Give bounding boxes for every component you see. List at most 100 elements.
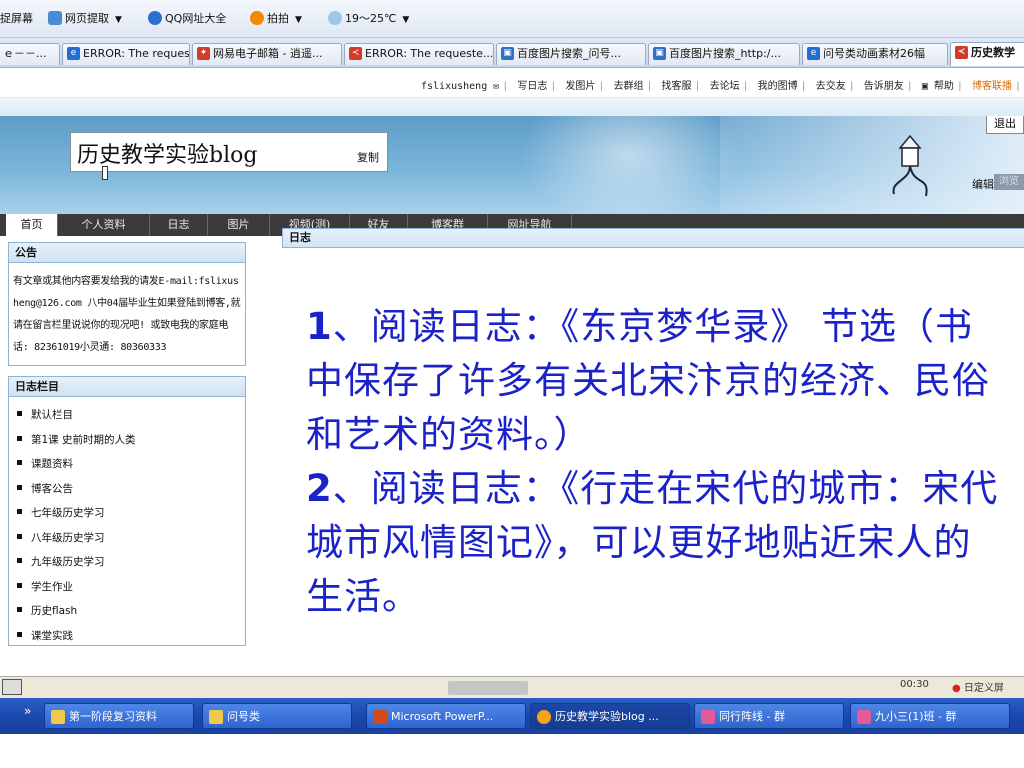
link-tell-friend[interactable]: 告诉朋友 <box>864 81 904 92</box>
link-post-photo[interactable]: 发图片 <box>565 81 595 92</box>
tab-error-2[interactable]: ≺ ERROR: The requeste... <box>344 43 494 65</box>
chevron-down-icon[interactable]: ▼ <box>402 15 409 25</box>
article-text: 1、阅读日志：《东京梦华录》 节选（书中保存了许多有关北宋汴京的经济、民俗和艺术… <box>306 300 1006 624</box>
article-item-2[interactable]: 、阅读日志：《行走在宋代的城市：宋代城市风情图记》，可以更好地贴近宋人的生活。 <box>306 467 998 618</box>
baidu-image-icon: ▣ <box>653 47 666 60</box>
copy-button[interactable]: 复制 <box>357 149 379 165</box>
sidebar: 公告 有文章或其他内容要发给我的请发E-mail:fslixusheng@126… <box>8 242 246 656</box>
tab-0[interactable]: ｅ－－... <box>0 43 60 65</box>
weather-icon <box>328 11 342 25</box>
chevron-down-icon[interactable]: ▼ <box>115 15 122 25</box>
tab-label: ERROR: The requeste... <box>83 47 190 60</box>
category-item[interactable]: 九年级历史学习 <box>17 554 245 579</box>
categories-panel: 日志栏目 默认栏目 第1课 史前时期的人类 课题资料 博客公告 七年级历史学习 … <box>8 376 246 646</box>
tab-baidu-image-1[interactable]: ▣ 百度图片搜索_问号... <box>496 43 646 65</box>
task-history-blog[interactable]: 历史教学实验blog ... <box>530 703 690 729</box>
link-forum[interactable]: 去论坛 <box>710 81 740 92</box>
toolbar-paipai-label: 拍拍 <box>267 12 289 25</box>
tab-label: ｅ－－... <box>3 47 47 60</box>
task-label: 九小三(1)班 - 群 <box>875 710 957 723</box>
qq-search-icon <box>148 11 162 25</box>
link-blog-feed[interactable]: 博客联播 <box>972 81 1012 92</box>
tab-label: 百度图片搜索_http:/... <box>669 47 781 60</box>
toolbar-qq-sites[interactable]: QQ网址大全 <box>148 10 226 28</box>
baidu-image-icon: ▣ <box>501 47 514 60</box>
task-peer-group[interactable]: 同行阵线 - 群 <box>694 703 844 729</box>
task-label: 同行阵线 - 群 <box>719 710 785 723</box>
task-powerpoint[interactable]: Microsoft PowerP... <box>366 703 526 729</box>
toolbar-page-extract-label: 网页提取 <box>65 12 109 25</box>
blog-top-nav: fslixusheng ✉ | 写日志 | 发图片 | 去群组 | 找客服 | 去论坛 | … <box>0 68 1024 98</box>
status-right-text[interactable]: ● 日定义屏 <box>952 679 1004 694</box>
categories-title: 日志栏目 <box>9 377 245 397</box>
toolbar-capture-label: 捉屏幕 <box>0 12 33 25</box>
article-item-1[interactable]: 、阅读日志：《东京梦华录》 节选（书中保存了许多有关北宋汴京的经济、民俗和艺术的… <box>306 305 990 456</box>
resize-handle[interactable] <box>102 166 108 180</box>
link-groups[interactable]: 去群组 <box>613 81 643 92</box>
ie-page-icon: e <box>807 47 820 60</box>
category-item[interactable]: 课堂实践 <box>17 628 245 653</box>
category-item[interactable]: 历史flash <box>17 603 245 628</box>
tab-baidu-image-2[interactable]: ▣ 百度图片搜索_http:/... <box>648 43 800 65</box>
category-label: 八年级历史学习 <box>31 531 105 544</box>
link-my-photoblog[interactable]: 我的图博 <box>758 81 798 92</box>
content-header: 日志 <box>282 228 1024 248</box>
username[interactable]: fslixusheng <box>421 81 487 92</box>
nav-photos[interactable]: 图片 <box>208 214 270 236</box>
category-item[interactable]: 八年级历史学习 <box>17 530 245 555</box>
chevron-right-icon[interactable]: » <box>24 704 31 718</box>
keyboard-icon[interactable] <box>2 679 22 695</box>
category-item[interactable]: 七年级历史学习 <box>17 505 245 530</box>
logout-button[interactable]: 退出 <box>986 116 1024 134</box>
task-question-folder[interactable]: 问号类 <box>202 703 352 729</box>
nav-profile[interactable]: 个人资料 <box>58 214 150 236</box>
nav-home[interactable]: 首页 <box>6 214 58 236</box>
category-label: 博客公告 <box>31 482 73 495</box>
category-item[interactable]: 学生作业 <box>17 579 245 604</box>
category-list: 默认栏目 第1课 史前时期的人类 课题资料 博客公告 七年级历史学习 八年级历史… <box>9 397 245 652</box>
task-label: 第一阶段复习资料 <box>69 710 157 723</box>
tab-label: 网易电子邮箱 - 逍遥... <box>213 47 323 60</box>
chevron-down-icon[interactable]: ▼ <box>295 15 302 25</box>
toolbar-qq-sites-label: QQ网址大全 <box>165 12 227 25</box>
qq-group-icon <box>857 710 871 724</box>
browse-button[interactable]: 浏览 <box>994 174 1024 190</box>
blog-title-box: 历史教学实验blog 复制 <box>70 132 388 172</box>
taskbar: » 第一阶段复习资料 问号类 Microsoft PowerP... 历史教学实… <box>0 698 1024 734</box>
tab-error-1[interactable]: eERROR: The requeste... <box>62 43 190 65</box>
link-friends[interactable]: 去交友 <box>816 81 846 92</box>
category-label: 学生作业 <box>31 580 73 593</box>
category-item[interactable]: 课题资料 <box>17 456 245 481</box>
link-write-log[interactable]: 写日志 <box>517 81 547 92</box>
powerpoint-icon <box>373 710 387 724</box>
edit-button[interactable]: 编辑 <box>972 176 994 192</box>
status-right-label: 日定义屏 <box>963 683 1004 694</box>
tab-netease-mail[interactable]: ✦ 网易电子邮箱 - 逍遥... <box>192 43 342 65</box>
task-review-materials[interactable]: 第一阶段复习资料 <box>44 703 194 729</box>
notice-panel: 公告 有文章或其他内容要发给我的请发E-mail:fslixusheng@126… <box>8 242 246 366</box>
toolbar-capture[interactable]: 捉屏幕 <box>0 10 33 28</box>
blog-title: 历史教学实验blog <box>77 143 258 168</box>
nav-logs[interactable]: 日志 <box>150 214 208 236</box>
folder-icon <box>209 710 223 724</box>
category-item[interactable]: 博客公告 <box>17 481 245 506</box>
tab-question-mark[interactable]: e 问号类动画素材26幅 <box>802 43 948 65</box>
task-class-group[interactable]: 九小三(1)班 - 群 <box>850 703 1010 729</box>
task-label: 问号类 <box>227 710 260 723</box>
status-time: 00:30 <box>900 679 929 690</box>
mail-icon[interactable]: ✉ <box>493 81 499 92</box>
link-support[interactable]: 找客服 <box>662 81 692 92</box>
paipai-icon <box>250 11 264 25</box>
category-label: 七年级历史学习 <box>31 507 105 519</box>
toolbar-page-extract[interactable]: 网页提取 ▼ <box>48 10 122 28</box>
category-label: 默认栏目 <box>31 409 73 421</box>
qq-group-icon <box>701 710 715 724</box>
toolbar-weather[interactable]: 19～25℃ ▼ <box>328 10 409 28</box>
category-label: 历史flash <box>31 605 78 617</box>
blog-banner: 历史教学实验blog 复制 退出 编辑 浏览 <box>0 116 1024 214</box>
category-item[interactable]: 默认栏目 <box>17 407 245 432</box>
link-help[interactable]: 帮助 <box>934 81 954 92</box>
category-item[interactable]: 第1课 史前时期的人类 <box>17 432 245 457</box>
tab-history-blog[interactable]: ≺ 历史教学 <box>950 42 1024 66</box>
toolbar-paipai[interactable]: 拍拍 ▼ <box>250 10 302 28</box>
